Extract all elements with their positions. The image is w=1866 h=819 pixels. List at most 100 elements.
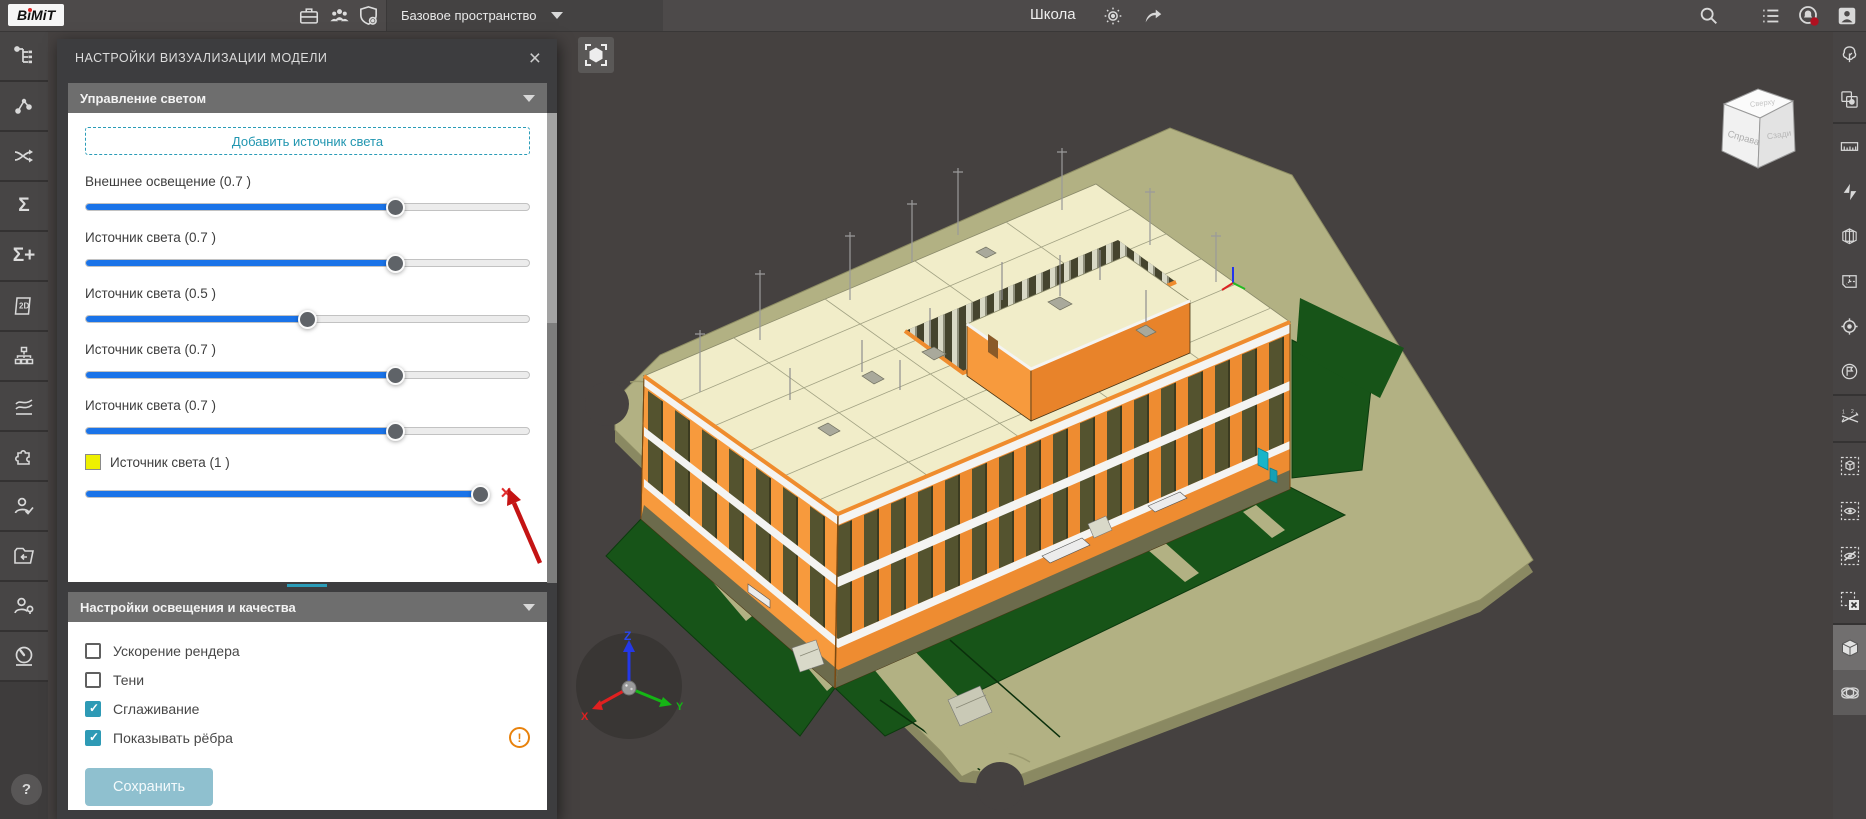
show-edges-checkbox[interactable] xyxy=(85,730,101,746)
slider-thumb[interactable] xyxy=(471,485,490,504)
slider-thumb[interactable] xyxy=(386,366,405,385)
slider-thumb[interactable] xyxy=(386,254,405,273)
slider-thumb[interactable] xyxy=(298,310,317,329)
menu-list-icon[interactable] xyxy=(1758,3,1783,28)
checkbox-label: Показывать рёбра xyxy=(113,730,233,746)
flash-icon[interactable] xyxy=(1833,169,1866,214)
add-light-source-button[interactable]: Добавить источник света xyxy=(85,127,530,155)
solid-view-cube-icon[interactable] xyxy=(1833,623,1866,670)
checkbox-row: Тени xyxy=(85,665,530,694)
folder-import-icon[interactable] xyxy=(0,532,48,582)
box-select-cube-icon[interactable] xyxy=(1833,441,1866,488)
slider-thumb[interactable] xyxy=(386,198,405,217)
gizmo-x-label: X xyxy=(581,711,589,723)
section-light-control[interactable]: Управление светом xyxy=(68,83,547,113)
checkbox-row: Показывать рёбра ! xyxy=(85,723,530,752)
light-source-slider-1[interactable] xyxy=(85,259,530,267)
slider-row: Источник света (0.5 ) xyxy=(85,286,530,323)
section-cube-icon[interactable] xyxy=(1833,214,1866,259)
left-toolbar: Σ Σ+ 2D xyxy=(0,32,48,819)
light-color-swatch[interactable] xyxy=(85,454,101,470)
slider-label: Внешнее освещение (0.7 ) xyxy=(85,174,251,189)
focus-target-icon[interactable] xyxy=(1833,304,1866,349)
checkbox-row: Ускорение рендера xyxy=(85,636,530,665)
panel-title: НАСТРОЙКИ ВИЗУАЛИЗАЦИИ МОДЕЛИ xyxy=(75,51,327,65)
slider-label: Источник света (1 ) xyxy=(110,455,230,470)
ruler-icon[interactable] xyxy=(1833,122,1866,169)
model-tree-icon[interactable] xyxy=(0,32,48,82)
close-icon[interactable]: × xyxy=(529,48,541,69)
save-button[interactable]: Сохранить xyxy=(85,768,213,806)
show-selection-eye-icon[interactable] xyxy=(1833,488,1866,533)
external-light-slider[interactable] xyxy=(85,203,530,211)
panel-scrollbar[interactable] xyxy=(547,113,557,583)
slider-row: Источник света (0.7 ) xyxy=(85,398,530,435)
sigma-icon[interactable]: Σ xyxy=(0,182,48,232)
checkbox-label: Ускорение рендера xyxy=(113,643,240,659)
help-button[interactable]: ? xyxy=(11,774,42,805)
light-source-slider-5[interactable] xyxy=(85,490,482,498)
app-logo: BiMiT xyxy=(8,4,64,26)
warning-icon: ! xyxy=(509,727,530,748)
light-source-slider-3[interactable] xyxy=(85,371,530,379)
project-title: Школа xyxy=(1030,6,1076,23)
charts-icon[interactable] xyxy=(0,382,48,432)
user-account-icon[interactable] xyxy=(1834,3,1859,28)
axis-gizmo: Z Y X xyxy=(573,628,685,740)
guard-icon[interactable] xyxy=(356,3,381,28)
panel-title-bar: НАСТРОЙКИ ВИЗУАЛИЗАЦИИ МОДЕЛИ × xyxy=(57,39,557,77)
scrollbar-thumb[interactable] xyxy=(547,113,557,323)
checkbox-label: Сглаживание xyxy=(113,701,199,717)
checkbox-row: Сглаживание xyxy=(85,694,530,723)
slider-label: Источник света (0.5 ) xyxy=(85,286,216,301)
section-lighting-quality[interactable]: Настройки освещения и качества xyxy=(68,592,547,622)
path-nodes-icon[interactable] xyxy=(0,82,48,132)
navigation-cube[interactable]: Сверху Справа Сзади xyxy=(1712,80,1804,172)
gizmo-z-label: Z xyxy=(624,629,631,643)
floorplan-icon[interactable] xyxy=(1833,259,1866,304)
slider-label: Источник света (0.7 ) xyxy=(85,230,216,245)
notifications-icon[interactable] xyxy=(1796,3,1821,28)
slider-row: Источник света (1 ) × xyxy=(85,454,530,503)
fit-view-button[interactable] xyxy=(578,37,614,73)
project-settings-gear-icon[interactable] xyxy=(1100,3,1125,28)
flag-icon[interactable] xyxy=(1833,349,1866,394)
workspace-label: Базовое пространство xyxy=(401,8,537,23)
checkbox-label: Тени xyxy=(113,672,144,688)
team-icon[interactable] xyxy=(327,3,352,28)
share-icon[interactable] xyxy=(1140,3,1165,28)
slider-thumb[interactable] xyxy=(386,422,405,441)
environment-tree-icon[interactable] xyxy=(1833,32,1866,77)
projects-icon[interactable] xyxy=(296,3,321,28)
slider-row: Внешнее освещение (0.7 ) xyxy=(85,174,530,211)
view-2d-icon[interactable]: 2D xyxy=(0,282,48,332)
light-source-slider-2[interactable] xyxy=(85,315,530,323)
hide-selection-eye-off-icon[interactable] xyxy=(1833,533,1866,578)
plugins-puzzle-icon[interactable] xyxy=(0,432,48,482)
orbit-mode-icon[interactable] xyxy=(1833,670,1866,715)
user-location-icon[interactable] xyxy=(0,582,48,632)
slider-label: Источник света (0.7 ) xyxy=(85,342,216,357)
light-source-slider-4[interactable] xyxy=(85,427,530,435)
panel-resize-handle[interactable] xyxy=(287,584,327,587)
top-bar: BiMiT Базовое пространство Школа xyxy=(0,0,1866,32)
search-icon[interactable] xyxy=(1696,3,1721,28)
user-check-icon[interactable] xyxy=(0,482,48,532)
clear-selection-icon[interactable] xyxy=(1833,578,1866,623)
visualization-settings-panel: НАСТРОЙКИ ВИЗУАЛИЗАЦИИ МОДЕЛИ × Управлен… xyxy=(57,39,557,819)
antialiasing-checkbox[interactable] xyxy=(85,701,101,717)
gauge-icon[interactable] xyxy=(0,632,48,682)
slider-row: Источник света (0.7 ) xyxy=(85,230,530,267)
workspace-selector[interactable]: Базовое пространство xyxy=(387,0,663,31)
org-chart-icon[interactable] xyxy=(0,332,48,382)
selection-frames-icon[interactable] xyxy=(1833,77,1866,122)
shuffle-icon[interactable] xyxy=(0,132,48,182)
chevron-down-icon xyxy=(523,95,535,102)
measure-lines-icon[interactable]: 1 2 xyxy=(1833,394,1866,441)
svg-text:1: 1 xyxy=(1842,409,1845,415)
svg-text:2D: 2D xyxy=(19,302,29,311)
sigma-plus-icon[interactable]: Σ+ xyxy=(0,232,48,282)
shadows-checkbox[interactable] xyxy=(85,672,101,688)
right-toolbar: 1 2 xyxy=(1833,32,1866,819)
render-acceleration-checkbox[interactable] xyxy=(85,643,101,659)
